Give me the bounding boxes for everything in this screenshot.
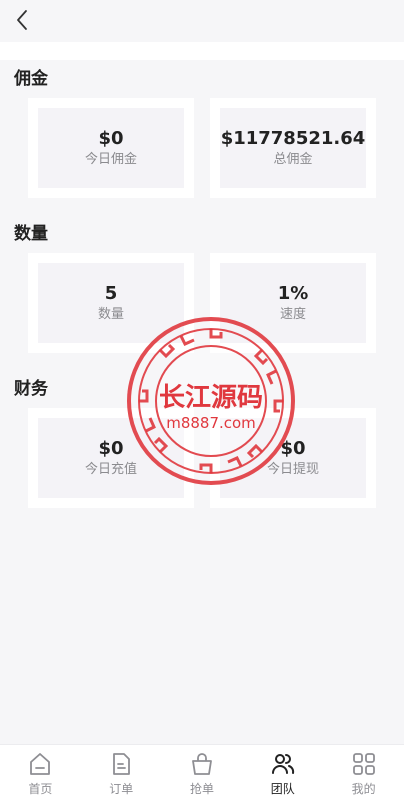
card-total-commission: $11778521.64 总佣金 bbox=[210, 98, 376, 198]
tab-label: 订单 bbox=[109, 782, 134, 796]
back-arrow-icon[interactable] bbox=[8, 6, 36, 34]
document-icon bbox=[113, 753, 131, 775]
card-value: $0 bbox=[98, 438, 124, 459]
home-icon bbox=[30, 753, 51, 775]
bag-icon bbox=[192, 753, 212, 775]
card-quantity: 5 数量 bbox=[28, 253, 194, 353]
tab-label: 团队 bbox=[270, 782, 295, 796]
tab-label: 首页 bbox=[28, 782, 53, 796]
card-speed: 1% 速度 bbox=[210, 253, 376, 353]
header-divider bbox=[0, 42, 404, 60]
grid-icon bbox=[352, 753, 375, 775]
tab-label: 抢单 bbox=[189, 782, 214, 796]
tab-team[interactable]: 团队 bbox=[242, 745, 323, 803]
card-value: 1% bbox=[277, 283, 309, 304]
card-label: 今日充值 bbox=[84, 462, 137, 477]
bottom-tab-bar: 首页 订单 抢单 团队 我的 bbox=[0, 744, 404, 803]
tab-orders[interactable]: 订单 bbox=[81, 745, 162, 803]
card-label: 今日佣金 bbox=[84, 152, 137, 167]
tab-label: 我的 bbox=[351, 782, 376, 796]
card-value: $0 bbox=[98, 128, 124, 149]
tab-home[interactable]: 首页 bbox=[0, 745, 81, 803]
card-today-recharge: $0 今日充值 bbox=[28, 408, 194, 508]
card-today-commission: $0 今日佣金 bbox=[28, 98, 194, 198]
card-value: 5 bbox=[104, 283, 118, 304]
card-label: 今日提现 bbox=[266, 462, 319, 477]
card-value: $0 bbox=[280, 438, 306, 459]
card-value: $11778521.64 bbox=[220, 128, 366, 149]
section-title-commission: 佣金 bbox=[14, 69, 48, 89]
card-label: 速度 bbox=[279, 307, 306, 322]
card-label: 数量 bbox=[97, 307, 124, 322]
section-title-finance: 财务 bbox=[14, 379, 48, 399]
card-today-withdraw: $0 今日提现 bbox=[210, 408, 376, 508]
card-label: 总佣金 bbox=[273, 152, 313, 167]
team-icon bbox=[271, 754, 294, 774]
tab-mine[interactable]: 我的 bbox=[323, 745, 404, 803]
top-bar bbox=[0, 0, 404, 40]
tab-grab-order[interactable]: 抢单 bbox=[162, 745, 243, 803]
section-title-quantity: 数量 bbox=[14, 224, 48, 244]
